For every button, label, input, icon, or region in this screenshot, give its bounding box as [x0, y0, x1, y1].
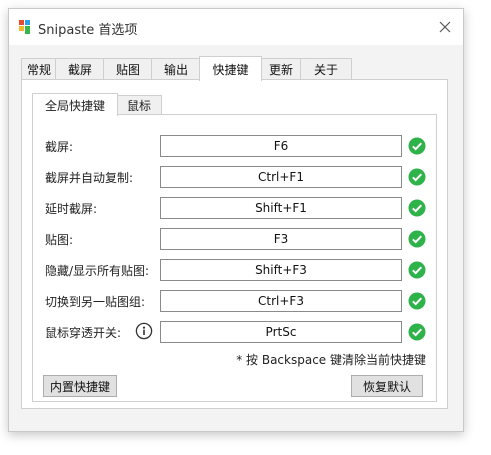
check-circle-icon [408, 168, 426, 186]
check-circle-icon [408, 230, 426, 248]
hotkey-label: 切换到另一贴图组: [45, 295, 146, 309]
check-circle-icon [408, 137, 426, 155]
hotkey-field-toggle-pastes[interactable]: Shift+F3 [160, 259, 402, 281]
hotkey-label: 鼠标穿透开关: [45, 326, 122, 340]
window-title: Snipaste 首选项 [38, 23, 138, 38]
hotkey-field-screenshot-copy[interactable]: Ctrl+F1 [160, 166, 402, 188]
hotkey-field-screenshot[interactable]: F6 [160, 135, 402, 157]
close-icon [439, 21, 451, 33]
check-circle-icon [408, 261, 426, 279]
hotkey-field-switch-group[interactable]: Ctrl+F3 [160, 290, 402, 312]
hotkey-label: 截屏: [45, 140, 74, 154]
tab-output[interactable]: 输出 [151, 58, 201, 80]
hotkey-row-paste: 贴图: F3 [33, 228, 436, 250]
hotkey-row-screenshot-copy: 截屏并自动复制: Ctrl+F1 [33, 166, 436, 188]
check-circle-icon [408, 323, 426, 341]
hotkey-field-delayed-screenshot[interactable]: Shift+F1 [160, 197, 402, 219]
hotkey-label: 截屏并自动复制: [45, 171, 134, 185]
preferences-window: Snipaste 首选项 常规 截屏 贴图 输出 快捷键 更新 关于 全局快捷键… [8, 8, 464, 432]
tab-hotkeys[interactable]: 快捷键 [199, 56, 262, 81]
check-circle-icon [408, 292, 426, 310]
check-circle-icon [408, 199, 426, 217]
hotkey-field-paste[interactable]: F3 [160, 228, 402, 250]
title-bar: Snipaste 首选项 [9, 9, 463, 45]
tab-update[interactable]: 更新 [260, 58, 302, 80]
info-icon[interactable] [135, 322, 153, 340]
snipaste-logo-icon [19, 20, 30, 34]
tab-screenshot[interactable]: 截屏 [55, 58, 105, 80]
hotkey-field-mouse-through[interactable]: PrtSc [160, 321, 402, 343]
tab-paste[interactable]: 贴图 [103, 58, 153, 80]
backspace-hint: * 按 Backspace 键清除当前快捷键 [236, 353, 426, 367]
builtin-hotkeys-button[interactable]: 内置快捷键 [43, 375, 117, 397]
hotkey-row-delayed-screenshot: 延时截屏: Shift+F1 [33, 197, 436, 219]
tab-general[interactable]: 常规 [21, 58, 57, 80]
close-button[interactable] [427, 9, 463, 45]
hotkey-label: 隐藏/显示所有贴图: [45, 264, 150, 278]
global-hotkeys-panel: 截屏: F6 截屏并自动复制: Ctrl+F1 延时截屏: Shift+F1 贴… [32, 114, 437, 402]
hotkey-row-screenshot: 截屏: F6 [33, 135, 436, 157]
subtab-mouse[interactable]: 鼠标 [116, 95, 162, 115]
restore-defaults-button[interactable]: 恢复默认 [351, 375, 423, 397]
hotkey-row-switch-group: 切换到另一贴图组: Ctrl+F3 [33, 290, 436, 312]
subtab-global-hotkeys[interactable]: 全局快捷键 [32, 93, 118, 116]
hotkey-row-toggle-pastes: 隐藏/显示所有贴图: Shift+F3 [33, 259, 436, 281]
hotkey-label: 延时截屏: [45, 202, 98, 216]
hotkey-label: 贴图: [45, 233, 74, 247]
tab-about[interactable]: 关于 [300, 58, 352, 80]
hotkeys-panel: 全局快捷键 鼠标 截屏: F6 截屏并自动复制: Ctrl+F1 延时截屏: S… [21, 79, 448, 409]
hotkey-row-mouse-through: 鼠标穿透开关: PrtSc [33, 321, 436, 343]
